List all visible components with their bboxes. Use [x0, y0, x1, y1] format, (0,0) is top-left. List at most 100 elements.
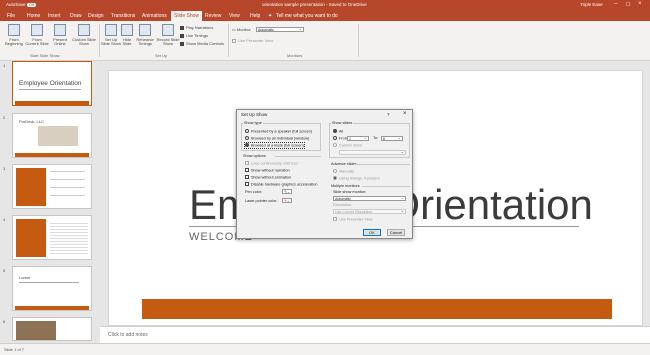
show-without-narration-checkbox[interactable]: Show without narration — [245, 168, 290, 173]
thumb-text-line — [50, 187, 85, 188]
tab-review[interactable]: Review — [205, 13, 221, 19]
monitor-dropdown[interactable]: Automatic — [256, 26, 304, 32]
laser-color-picker[interactable]: ✎⌄ — [282, 198, 292, 203]
ribbon: From Beginning From Current Slide Presen… — [0, 21, 650, 61]
multiple-monitors-heading: Multiple monitors — [331, 184, 360, 188]
monitor-label: ▭ Monitor: — [232, 27, 252, 32]
tab-draw[interactable]: Draw — [70, 13, 82, 19]
close-icon[interactable]: × — [403, 111, 407, 117]
advance-timings-option[interactable]: Using timings, if present — [333, 176, 380, 181]
tab-home[interactable]: Home — [27, 13, 40, 19]
group-set-up: Set Up — [155, 53, 168, 58]
checkbox-icon — [180, 25, 184, 30]
show-media-controls-checkbox[interactable]: Show Media Controls — [180, 41, 224, 46]
slide-thumbnail-5[interactable]: Lorem — [12, 266, 92, 311]
thumb-title: Employee Orientation — [19, 80, 82, 87]
option-browsed-by-individual[interactable]: Browsed by an individual (window) — [245, 136, 309, 141]
play-icon — [8, 24, 20, 36]
checkbox-icon — [180, 33, 184, 38]
hide-slide-icon — [121, 24, 133, 36]
pen-color-label: Pen color: — [245, 190, 263, 194]
thumb-number: 1 — [3, 63, 6, 68]
thumb-company: PurDeck, LLC — [19, 119, 44, 124]
show-slides-heading: Show slides — [331, 121, 354, 125]
checkbox-icon — [245, 175, 249, 179]
slide-footer-band — [142, 299, 612, 319]
slide-thumbnail-6[interactable] — [12, 317, 92, 341]
presenter-view-checkbox[interactable]: Use Presenter View — [232, 38, 273, 43]
tab-animations[interactable]: Animations — [142, 13, 167, 19]
slide-thumbnail-4[interactable] — [12, 215, 92, 260]
slide-show-monitor-dropdown[interactable]: Automatic — [333, 196, 406, 201]
thumb-number: 2 — [3, 115, 6, 120]
show-type-heading: Show type — [243, 121, 263, 125]
to-slide-spinner[interactable]: 6 — [381, 136, 403, 141]
use-timings-checkbox[interactable]: Use Timings — [180, 33, 208, 38]
show-options-heading: Show options — [243, 154, 266, 158]
tab-view[interactable]: View — [229, 13, 240, 19]
slide-count: Slide 1 of 7 — [4, 347, 25, 352]
play-current-icon — [31, 24, 43, 36]
slide-thumbnail-3[interactable] — [12, 164, 92, 209]
heading-rule — [355, 164, 410, 165]
advance-manually-option[interactable]: Manually — [333, 169, 354, 174]
user-name[interactable]: Triple Ease — [580, 2, 603, 7]
slide-show-monitor-label: Slide show monitor: — [333, 190, 367, 194]
tab-design[interactable]: Design — [88, 13, 104, 19]
maximize-icon[interactable]: ☐ — [626, 2, 630, 8]
loop-continuously-checkbox[interactable]: Loop continuously until 'Esc' — [245, 161, 298, 166]
present-online-button[interactable]: Present Online — [50, 24, 70, 47]
tab-insert[interactable]: Insert — [48, 13, 61, 19]
laser-icon: ✎⌄ — [284, 199, 290, 203]
minimize-icon[interactable]: – — [614, 1, 617, 7]
play-narrations-checkbox[interactable]: Play Narrations — [180, 25, 213, 30]
custom-show-option[interactable]: Custom show: — [333, 143, 363, 148]
disable-hw-acceleration-checkbox[interactable]: Disable hardware graphics acceleration — [245, 182, 317, 187]
help-icon[interactable]: ? — [387, 112, 390, 117]
pen-color-picker[interactable]: ✎⌄ — [282, 189, 292, 194]
thumb-text-line — [50, 179, 85, 180]
from-slide-spinner[interactable]: 1 — [347, 136, 369, 141]
notes-placeholder: Click to add notes — [108, 332, 148, 338]
radio-icon — [333, 169, 337, 173]
thumb-photo — [16, 321, 56, 340]
thumb-image — [38, 126, 78, 146]
from-beginning-button[interactable]: From Beginning — [3, 24, 25, 47]
status-bar: Slide 1 of 7 — [0, 343, 650, 355]
thumb-number: 4 — [3, 217, 6, 222]
option-presented-by-speaker[interactable]: Presented by a speaker (full screen) — [245, 129, 312, 134]
to-label: To: — [373, 136, 379, 140]
thumb-text-line — [50, 195, 85, 196]
slide-thumbnail-1[interactable]: Employee Orientation — [12, 61, 92, 106]
pen-icon: ✎⌄ — [284, 190, 290, 194]
show-without-animation-checkbox[interactable]: Show without animation — [245, 175, 291, 180]
tab-help[interactable]: Help — [250, 13, 260, 19]
record-slide-show-button[interactable]: Record Slide Show — [156, 24, 180, 47]
slide-thumbnails-pane: 1 Employee Orientation 2 PurDeck, LLC 3 … — [0, 61, 100, 341]
tell-me-search[interactable]: Tell me what you want to do — [276, 13, 338, 19]
cancel-button[interactable]: Cancel — [387, 229, 405, 236]
from-current-slide-button[interactable]: From Current Slide — [25, 24, 49, 47]
tab-slide-show[interactable]: Slide Show — [171, 11, 203, 21]
thumb-lorem: Lorem — [19, 275, 31, 280]
use-presenter-view-checkbox[interactable]: Use Presenter View — [333, 217, 372, 222]
slide-thumbnail-2[interactable]: PurDeck, LLC — [12, 113, 92, 158]
autosave-toggle[interactable]: Off — [27, 2, 36, 7]
tab-transitions[interactable]: Transitions — [111, 13, 135, 19]
custom-slide-show-button[interactable]: Custom Slide Show — [71, 24, 97, 47]
checkbox-icon — [232, 38, 236, 43]
option-browsed-at-kiosk[interactable]: Browsed at a kiosk (full screen) — [244, 142, 305, 149]
document-title: orientation sample presentation - Saved … — [262, 2, 367, 7]
notes-pane[interactable]: Click to add notes — [100, 326, 650, 343]
thumb-band — [15, 101, 89, 105]
record-icon — [162, 24, 174, 36]
show-all-option[interactable]: All — [333, 129, 343, 134]
rehearse-timings-button[interactable]: Rehearse Timings — [133, 24, 157, 47]
checkbox-icon — [333, 217, 337, 221]
ok-button[interactable]: OK — [363, 229, 381, 236]
resolution-dropdown[interactable]: Use Current Resolution — [333, 209, 406, 214]
custom-show-dropdown[interactable] — [339, 150, 406, 155]
group-monitors: Monitors — [287, 53, 303, 58]
close-window-icon[interactable]: × — [638, 1, 642, 7]
tab-file[interactable]: File — [7, 13, 15, 19]
